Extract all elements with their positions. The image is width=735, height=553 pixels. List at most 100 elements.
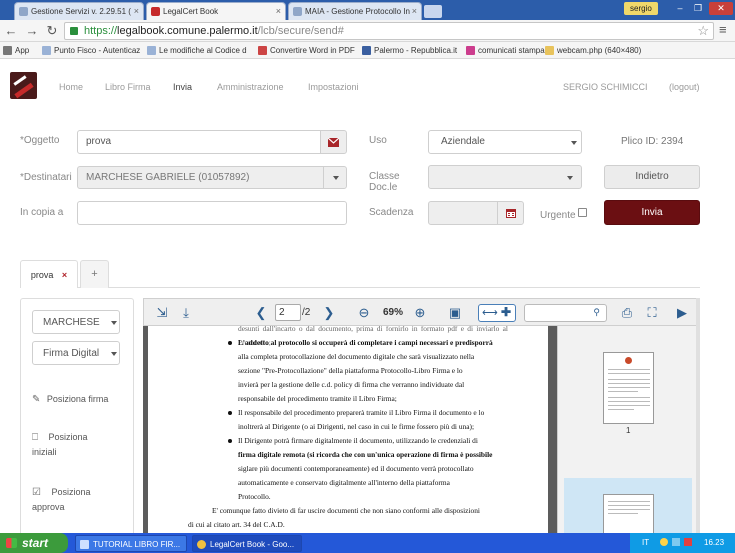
next-page-icon[interactable]: ❯ xyxy=(322,305,336,321)
presentation-icon[interactable]: ▶ xyxy=(674,305,690,321)
close-icon[interactable]: × xyxy=(276,6,281,16)
tray-antivirus-icon[interactable] xyxy=(684,538,692,546)
pdf-page: desunti dall'incarto o dal documento, pr… xyxy=(148,326,548,538)
page-total: /2 xyxy=(302,307,311,318)
pdf-text-line: invierà per la gestione delle c.d. polic… xyxy=(238,380,465,389)
bookmark-item[interactable]: webcam.php (640×480) xyxy=(545,44,641,57)
address-bar: ← → ↻ https://legalbook.comune.palermo.i… xyxy=(0,20,735,42)
zoom-out-icon[interactable]: ⊖ xyxy=(356,305,372,321)
destinatari-dropdown[interactable] xyxy=(323,166,347,189)
logout-link[interactable]: (logout) xyxy=(669,82,700,92)
scadenza-input[interactable] xyxy=(428,201,498,225)
bookmarks-bar: App Punto Fisco - Autenticaz Le modifich… xyxy=(0,42,735,59)
urgente-checkbox[interactable] xyxy=(578,208,587,217)
nav-amministrazione[interactable]: Amministrazione xyxy=(217,82,284,92)
urgente-label: Urgente xyxy=(540,210,576,221)
pdf-text-line: firma digitale remota (si ricorda che co… xyxy=(238,450,493,459)
posiziona-iniziali-button[interactable]: ⎕ Posiziona iniziali xyxy=(32,430,127,459)
chrome-icon xyxy=(197,540,206,549)
forward-arrow-icon[interactable]: → xyxy=(24,23,40,39)
oggetto-addon[interactable] xyxy=(320,130,347,154)
oggetto-input[interactable]: prova xyxy=(77,130,321,154)
tray-help-icon[interactable] xyxy=(660,538,668,546)
caret-down-icon xyxy=(111,321,117,325)
back-arrow-icon[interactable]: ← xyxy=(3,23,19,39)
signer-select[interactable]: MARCHESE xyxy=(32,310,120,334)
pdf-text-line: L'addetto al protocollo si occuperà di c… xyxy=(238,338,493,347)
browser-tab-gestione-servizi[interactable]: Gestione Servizi v. 2.29.51 ( × xyxy=(14,2,144,20)
zoom-in-icon[interactable]: ⊕ xyxy=(412,305,428,321)
indietro-button[interactable]: Indietro xyxy=(604,165,700,189)
nav-invia[interactable]: Invia xyxy=(173,82,192,92)
bookmark-favicon-icon xyxy=(466,46,475,55)
page-favicon-icon xyxy=(293,7,302,16)
task-legalcert-chrome[interactable]: LegalCert Book - Goo... xyxy=(192,535,302,552)
prev-page-icon[interactable]: ❮ xyxy=(254,305,268,321)
sign-type-select[interactable]: Firma Digital xyxy=(32,341,120,365)
uso-select[interactable]: Aziendale xyxy=(428,130,582,154)
scadenza-calendar-button[interactable] xyxy=(497,201,524,225)
bookmark-apps[interactable]: App xyxy=(3,44,29,57)
document-tabs-divider xyxy=(20,287,700,288)
bookmark-item[interactable]: Convertire Word in PDF xyxy=(258,44,355,57)
system-tray: IT 16.23 xyxy=(630,533,735,553)
window-close-icon[interactable]: ✕ xyxy=(709,2,733,15)
bookmark-item[interactable]: comunicati stampa xyxy=(466,44,545,57)
pdf-text-line: Il responsabile del procedimento prepare… xyxy=(238,408,485,417)
copia-label: In copia a xyxy=(20,207,64,218)
viewer-scrollbar[interactable] xyxy=(696,298,700,538)
minimize-icon[interactable]: – xyxy=(672,2,688,15)
legalcert-favicon-icon xyxy=(151,7,160,16)
bookmark-item[interactable]: Palermo - Repubblica.it xyxy=(362,44,457,57)
task-tutorial[interactable]: TUTORIAL LIBRO FIR... xyxy=(75,535,187,552)
add-document-tab[interactable]: + xyxy=(80,260,109,288)
caret-down-icon xyxy=(567,176,573,180)
nav-libro-firma[interactable]: Libro Firma xyxy=(105,82,151,92)
browser-menu-icon[interactable]: ≡ xyxy=(719,22,727,37)
window-user-badge: sergio xyxy=(624,2,658,15)
maximize-icon[interactable]: ❐ xyxy=(690,2,706,15)
new-tab-button[interactable] xyxy=(424,5,442,18)
emblem-icon xyxy=(625,357,632,364)
close-tab-icon[interactable]: × xyxy=(62,270,67,280)
browser-tab-legalcert[interactable]: LegalCert Book × xyxy=(146,2,286,20)
posiziona-firma-button[interactable]: ✎ Posiziona firma xyxy=(32,392,127,407)
bookmark-item[interactable]: Punto Fisco - Autenticaz xyxy=(42,44,140,57)
page-thumbnail-1[interactable] xyxy=(603,352,654,424)
bookmark-item[interactable]: Le modifiche al Codice d xyxy=(147,44,247,57)
pdf-text-line: alla completa protocollazione del docume… xyxy=(238,352,475,361)
page-thumbnail-2[interactable] xyxy=(603,494,654,538)
pdf-document-view[interactable]: desunti dall'incarto o dal documento, pr… xyxy=(143,326,557,538)
reload-icon[interactable]: ↻ xyxy=(44,23,60,39)
posiziona-approva-button[interactable]: ☑ Posiziona approva xyxy=(32,485,127,514)
legalcert-logo[interactable] xyxy=(10,72,37,99)
close-icon[interactable]: × xyxy=(412,6,417,16)
fullscreen-icon[interactable]: ⛶ xyxy=(644,305,660,321)
import-icon[interactable]: ⇲ xyxy=(154,305,170,321)
language-indicator[interactable]: IT xyxy=(642,538,649,547)
bookmark-star-icon[interactable]: ☆ xyxy=(697,23,709,39)
close-icon[interactable]: × xyxy=(134,6,139,16)
print-icon[interactable]: ⎙ xyxy=(619,305,635,321)
find-input[interactable]: ⚲ xyxy=(524,304,607,322)
destinatari-input[interactable]: MARCHESE GABRIELE (01057892) xyxy=(77,166,324,189)
fit-width-icon: ⟷ xyxy=(482,307,498,319)
nav-impostazioni[interactable]: Impostazioni xyxy=(308,82,359,92)
url-input[interactable]: https://legalbook.comune.palermo.it/lcb/… xyxy=(64,22,714,40)
browser-tab-maia[interactable]: MAIA - Gestione Protocollo In × xyxy=(288,2,422,20)
download-icon[interactable]: ⤓ xyxy=(178,305,194,321)
classe-doc-select[interactable] xyxy=(428,165,582,189)
edit-icon: ✎ xyxy=(32,394,41,405)
invia-button[interactable]: Invia xyxy=(604,200,700,225)
tab-prova[interactable]: prova × xyxy=(20,260,78,288)
tray-network-icon[interactable] xyxy=(672,538,680,546)
start-button[interactable]: start xyxy=(0,533,68,553)
pdf-text-line: inoltrerà al Dirigente (o ai Dirigenti, … xyxy=(238,422,475,431)
fit-width-toggle[interactable]: ⟷ ✚ xyxy=(478,304,516,322)
bookmark-icon: ⎕ xyxy=(32,432,38,443)
nav-home[interactable]: Home xyxy=(59,82,83,92)
copia-input[interactable] xyxy=(77,201,347,225)
document-icon[interactable]: ▣ xyxy=(447,305,463,321)
apps-grid-icon xyxy=(3,46,12,55)
page-number-input[interactable]: 2 xyxy=(275,304,301,321)
